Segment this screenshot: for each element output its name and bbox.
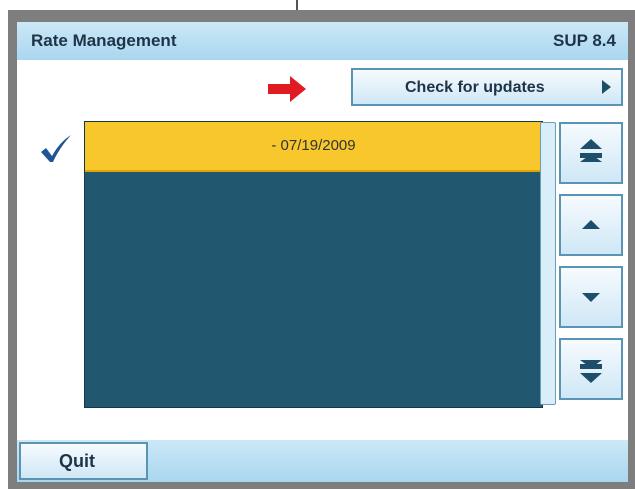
version-label: SUP 8.4 — [552, 31, 616, 50]
rate-list[interactable]: - 07/19/2009 — [84, 121, 543, 408]
page-down-button[interactable] — [559, 338, 623, 400]
screen: Rate Management SUP 8.4 Check for update… — [0, 0, 635, 489]
quit-button[interactable]: Quit — [19, 442, 148, 480]
rate-date-label: - 07/19/2009 — [271, 137, 356, 154]
top-notch — [296, 0, 298, 10]
rate-management-panel: Rate Management SUP 8.4 Check for update… — [17, 22, 628, 482]
quit-label: Quit — [59, 451, 95, 471]
right-arrow-icon — [268, 76, 306, 102]
check-for-updates-button[interactable]: Check for updates — [351, 68, 623, 106]
play-arrow-icon — [602, 80, 611, 94]
line-up-icon — [582, 220, 600, 229]
line-down-icon — [582, 293, 600, 302]
page-up-button[interactable] — [559, 122, 623, 184]
check-for-updates-label: Check for updates — [405, 79, 545, 96]
rate-list-item-selected[interactable]: - 07/19/2009 — [85, 122, 542, 172]
page-title: Rate Management — [31, 31, 177, 50]
line-down-button[interactable] — [559, 266, 623, 328]
scrollbar[interactable] — [540, 122, 556, 405]
page-up-icon — [580, 139, 602, 162]
line-up-button[interactable] — [559, 194, 623, 256]
title-bar: Rate Management SUP 8.4 — [17, 22, 628, 60]
checkmark-icon — [41, 135, 71, 162]
page-down-icon — [580, 360, 602, 383]
